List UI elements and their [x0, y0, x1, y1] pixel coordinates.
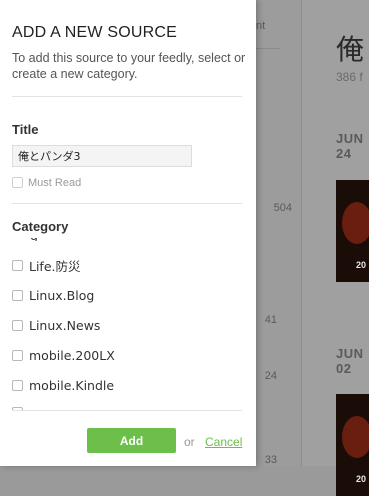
panel-description: To add this source to your feedly, selec… [12, 51, 246, 81]
category-checkbox[interactable] [12, 319, 23, 331]
background-thumbnail: 20 [336, 394, 369, 496]
category-item[interactable]: mobile.Kindle [12, 375, 114, 395]
must-read-checkbox[interactable] [12, 176, 23, 188]
or-text: or [184, 435, 195, 449]
category-label: Category [12, 219, 69, 234]
title-input[interactable] [12, 145, 192, 167]
category-list[interactable]: g Life.防災 Linux.Blog Linux.News mobile.2… [12, 238, 244, 410]
title-label: Title [12, 122, 39, 137]
must-read-option[interactable]: Must Read [12, 176, 82, 189]
add-source-panel: ADD A NEW SOURCE To add this source to y… [0, 0, 256, 466]
category-item-label: Linux.Blog [29, 287, 95, 303]
category-item[interactable]: Linux.News [12, 315, 100, 335]
category-item[interactable]: Life.防災 [12, 255, 81, 275]
background-separator [256, 48, 280, 49]
divider [12, 410, 242, 411]
add-button[interactable]: Add [87, 428, 176, 453]
background-thumbnail-label: 20 [356, 260, 367, 270]
category-item-label: Life.防災 [29, 258, 81, 274]
background-feed-title: 俺 [336, 33, 365, 66]
divider [12, 203, 242, 204]
category-checkbox[interactable] [12, 289, 23, 301]
background-thumbnail: 20 [336, 180, 369, 282]
must-read-label: Must Read [28, 177, 82, 189]
category-item-label: mobile.200LX [29, 347, 115, 363]
background-count: 504 [273, 202, 292, 214]
category-item[interactable]: Linux.Blog [12, 285, 94, 305]
category-checkbox[interactable] [12, 349, 23, 361]
category-checkbox[interactable] [12, 379, 23, 391]
background-feed-subtitle: 386 f [336, 70, 363, 84]
background-thumbnail-label: 20 [356, 474, 367, 484]
category-item-label: mobile.Kindle [29, 377, 115, 393]
background-tab-fragment: nt [256, 20, 266, 32]
category-item-label: Linux.News [29, 317, 101, 333]
background-date: JUN 02 [336, 346, 364, 376]
cancel-link[interactable]: Cancel [205, 435, 242, 449]
background-date: JUN 24 [336, 131, 364, 161]
category-checkbox[interactable] [12, 259, 23, 271]
category-item-partial: g [12, 238, 244, 241]
divider [12, 96, 242, 97]
category-item[interactable]: mobile.200LX [12, 345, 115, 365]
panel-title: ADD A NEW SOURCE [12, 24, 178, 41]
